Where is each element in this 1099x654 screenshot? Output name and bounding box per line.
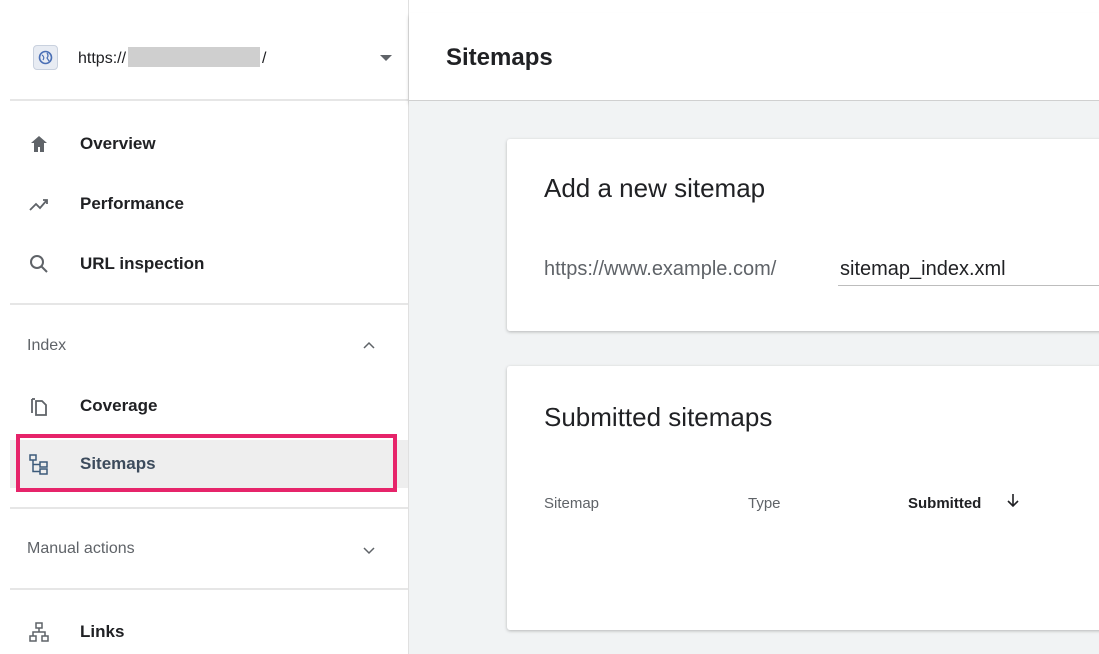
sidebar-item-url-inspection[interactable]: URL inspection [10, 242, 408, 286]
sidebar-item-performance[interactable]: Performance [10, 182, 408, 226]
highlight-box [16, 434, 397, 492]
globe-icon [33, 45, 58, 70]
property-url: https:// / [78, 47, 266, 68]
copy-icon [31, 398, 47, 416]
sidebar-item-label: Links [80, 622, 125, 641]
sidebar-item-label: Overview [80, 134, 156, 153]
sitemap-url-input[interactable] [838, 253, 1099, 286]
divider [10, 303, 408, 305]
divider [10, 588, 408, 590]
sidebar-item-links[interactable]: Links [10, 610, 408, 654]
chevron-down-icon[interactable] [362, 545, 376, 555]
main-content: Add a new sitemap https://www.example.co… [409, 101, 1099, 654]
top-bar: Sitemaps [409, 13, 1099, 101]
property-url-prefix: https:// [78, 50, 127, 67]
column-header-type[interactable]: Type [748, 495, 781, 512]
redacted-domain [128, 47, 261, 67]
site-url-prefix: https://www.example.com/ [544, 258, 777, 280]
caret-down-icon[interactable] [380, 55, 392, 61]
section-index-label[interactable]: Index [27, 337, 66, 355]
sidebar-item-label: URL inspection [80, 254, 205, 273]
property-selector[interactable]: https:// / [10, 13, 408, 101]
search-icon [30, 255, 48, 273]
trending-up-icon [29, 199, 48, 211]
column-header-sitemap[interactable]: Sitemap [544, 495, 599, 512]
chevron-up-icon[interactable] [362, 340, 376, 350]
submitted-sitemaps-title: Submitted sitemaps [544, 402, 773, 432]
arrow-down-icon[interactable] [1006, 492, 1020, 508]
links-icon [29, 622, 49, 642]
sidebar-item-label: Coverage [80, 396, 158, 415]
home-icon [31, 136, 47, 152]
add-sitemap-card: Add a new sitemap https://www.example.co… [507, 139, 1099, 331]
sidebar-item-overview[interactable]: Overview [10, 122, 408, 166]
column-header-submitted[interactable]: Submitted [908, 495, 981, 512]
page-title: Sitemaps [446, 44, 553, 71]
divider [10, 507, 408, 509]
sidebar-item-coverage[interactable]: Coverage [10, 384, 408, 428]
section-manual-actions-label[interactable]: Manual actions [27, 540, 135, 558]
submitted-sitemaps-card: Submitted sitemaps Sitemap Type Submitte… [507, 366, 1099, 630]
sidebar-item-label: Performance [80, 194, 184, 213]
property-url-suffix: / [262, 50, 267, 67]
add-sitemap-title: Add a new sitemap [544, 173, 766, 203]
sidebar: https:// / Overview Performance URL inspe… [0, 0, 409, 654]
